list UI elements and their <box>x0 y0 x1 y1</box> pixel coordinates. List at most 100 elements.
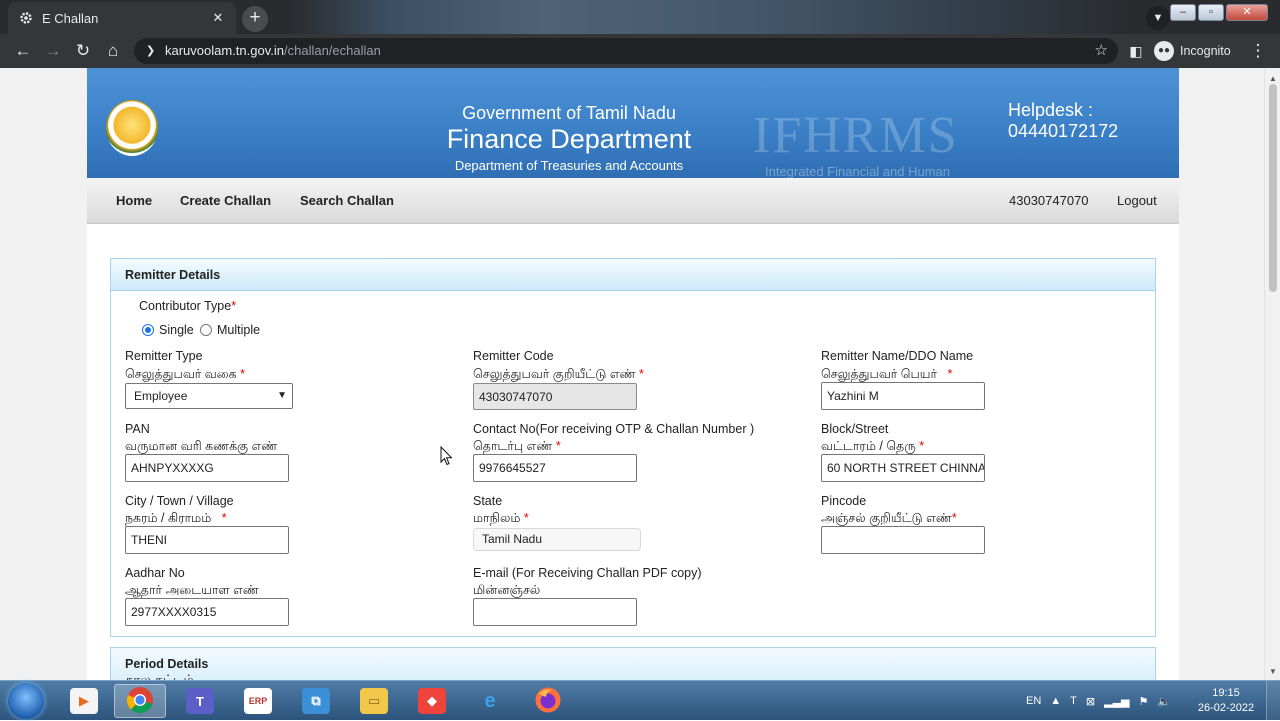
state-input[interactable]: Tamil Nadu <box>473 528 641 551</box>
chevron-down-icon: ▼ <box>277 390 287 401</box>
remitter-details-header: Remitter Details <box>111 259 1155 291</box>
city-label-ta: நகரம் / கிராமம் * <box>125 511 227 525</box>
taskbar-media-player[interactable]: ▶ <box>58 684 110 718</box>
clock-time: 19:15 <box>1212 687 1240 699</box>
network-signal-icon[interactable]: ▂▃▅ <box>1104 695 1129 708</box>
state-label-en: State <box>473 494 503 508</box>
browser-tab-echallan[interactable]: E Challan ✕ <box>8 2 236 34</box>
pincode-input[interactable] <box>821 526 985 554</box>
aadhar-label-en: Aadhar No <box>125 566 185 580</box>
tally-erp-icon: ERP <box>244 688 272 714</box>
city-label-en: City / Town / Village <box>125 494 234 508</box>
remitter-type-label-ta: செலுத்துபவர் வகை * <box>125 367 245 381</box>
remote-desktop-icon: ⧉ <box>302 688 330 714</box>
remitter-type-label-en: Remitter Type <box>125 349 203 363</box>
city-input[interactable]: THENI <box>125 526 289 554</box>
reload-icon[interactable]: ↻ <box>71 34 95 68</box>
period-details-header: Period Details கால கட்டம் <box>111 648 1155 680</box>
block-input[interactable]: 60 NORTH STREET CHINNA <box>821 454 985 482</box>
site-header: Government of Tamil Nadu Finance Departm… <box>87 68 1179 178</box>
forward-arrow-icon[interactable]: → <box>41 34 65 68</box>
taskbar-clock[interactable]: 19:15 26-02-2022 <box>1196 686 1256 716</box>
period-details-title: Period Details <box>125 657 209 671</box>
taskbar-anydesk[interactable]: ◆ <box>406 684 458 718</box>
nav-create-challan[interactable]: Create Challan <box>180 178 271 224</box>
tab-title: E Challan <box>42 10 99 26</box>
helpdesk-number: 04440172172 <box>1008 121 1119 141</box>
contributor-single-label[interactable]: Single <box>159 323 194 337</box>
teams-icon: T <box>186 688 214 714</box>
firefox-icon <box>534 686 562 717</box>
home-icon[interactable]: ⌂ <box>101 34 125 68</box>
contributor-multiple-radio[interactable] <box>200 324 212 336</box>
taskbar-tally[interactable]: ERP <box>232 684 284 718</box>
taskbar-remote-desktop[interactable]: ⧉ <box>290 684 342 718</box>
maximize-icon[interactable]: ▫ <box>1198 4 1224 21</box>
battery-flag-icon[interactable]: ⚑ <box>1139 695 1149 708</box>
chrome-icon <box>126 686 154 717</box>
helpdesk-info: Helpdesk : 04440172172 <box>1008 100 1118 142</box>
nav-search-challan[interactable]: Search Challan <box>300 178 394 224</box>
tab-close-icon[interactable]: ✕ <box>210 10 226 26</box>
scrollbar-thumb[interactable] <box>1269 84 1277 292</box>
system-tray: EN ▲ T ⊠ ▂▃▅ ⚑ 🔈 <box>1026 681 1171 721</box>
remitter-code-input[interactable]: 43030747070 <box>473 383 637 410</box>
volume-icon[interactable]: 🔈 <box>1157 695 1171 708</box>
page-viewport: Government of Tamil Nadu Finance Departm… <box>0 68 1264 680</box>
scroll-down-arrow-icon[interactable]: ▼ <box>1269 667 1277 676</box>
email-input[interactable] <box>473 598 637 626</box>
taskbar-chrome[interactable] <box>114 684 166 718</box>
tray-expand-icon[interactable]: ▲ <box>1050 695 1061 707</box>
scroll-up-arrow-icon[interactable]: ▲ <box>1269 74 1277 83</box>
nav-user-id: 43030747070 <box>1009 193 1089 208</box>
contributor-single-radio[interactable] <box>142 324 154 336</box>
nav-home[interactable]: Home <box>116 178 152 224</box>
new-tab-plus-icon[interactable]: + <box>242 6 268 32</box>
contact-input[interactable]: 9976645527 <box>473 454 637 482</box>
remitter-type-select[interactable]: Employee ▼ <box>125 383 293 409</box>
url-text[interactable]: karuvoolam.tn.gov.in/challan/echallan <box>165 38 381 64</box>
close-window-icon[interactable]: ✕ <box>1226 4 1268 21</box>
language-indicator[interactable]: EN <box>1026 695 1041 707</box>
remitter-name-input[interactable]: Yazhini M <box>821 382 985 410</box>
tab-search-chevron-icon[interactable]: ▼ <box>1146 6 1170 30</box>
department-subtitle: Department of Treasuries and Accounts <box>454 158 684 173</box>
contributor-type-label: Contributor Type* <box>139 299 237 313</box>
remitter-details-panel: Remitter Details Contributor Type* Singl… <box>110 258 1156 637</box>
department-title: Finance Department <box>446 124 692 154</box>
minimize-icon[interactable]: – <box>1170 4 1196 21</box>
pan-input[interactable]: AHNPYXXXXG <box>125 454 289 482</box>
back-arrow-icon[interactable]: ← <box>11 34 35 68</box>
settings-gear-favicon-icon <box>18 10 34 26</box>
taskbar-internet-explorer[interactable]: e <box>464 684 516 718</box>
windows-start-orb-icon[interactable] <box>8 683 44 719</box>
aadhar-input[interactable]: 2977XXXX0315 <box>125 598 289 626</box>
show-desktop-button[interactable] <box>1266 681 1280 721</box>
email-label-ta: மின்னஞ்சல் <box>473 583 541 597</box>
taskbar-teams[interactable]: T <box>174 684 226 718</box>
address-bar[interactable]: ❯ karuvoolam.tn.gov.in/challan/echallan … <box>134 38 1118 64</box>
security-tray-icon[interactable]: ⊠ <box>1086 695 1095 708</box>
bookmark-star-icon[interactable]: ☆ <box>1095 38 1108 64</box>
teams-tray-icon[interactable]: T <box>1070 695 1077 707</box>
incognito-indicator[interactable]: ●● Incognito <box>1154 41 1231 61</box>
page-scrollbar[interactable]: ▲ ▼ <box>1264 68 1280 680</box>
site-info-chevron-icon[interactable]: ❯ <box>146 38 155 64</box>
contact-label-ta: தொடர்பு எண் * <box>473 439 561 453</box>
side-panel-icon[interactable]: ◧ <box>1124 34 1148 68</box>
contact-label-en: Contact No(For receiving OTP & Challan N… <box>473 422 755 436</box>
remitter-type-selected: Employee <box>134 389 188 403</box>
pincode-label-ta: அஞ்சல் குறியீட்டு எண்* <box>821 511 957 525</box>
period-details-title-ta: கால கட்டம் <box>125 672 194 680</box>
folder-icon: ▭ <box>360 688 388 714</box>
nav-logout[interactable]: Logout <box>1117 178 1157 224</box>
contributor-multiple-label[interactable]: Multiple <box>217 323 260 337</box>
taskbar-firefox[interactable] <box>522 684 574 718</box>
browser-menu-icon[interactable]: ⋮ <box>1246 34 1270 68</box>
taskbar-file-explorer[interactable]: ▭ <box>348 684 400 718</box>
period-details-panel: Period Details கால கட்டம் <box>110 647 1156 680</box>
incognito-icon: ●● <box>1154 41 1174 61</box>
window-controls: – ▫ ✕ <box>1170 4 1268 21</box>
helpdesk-label: Helpdesk : <box>1008 100 1094 120</box>
pan-label-ta: வருமான வரி கணக்கு எண் <box>125 439 278 453</box>
